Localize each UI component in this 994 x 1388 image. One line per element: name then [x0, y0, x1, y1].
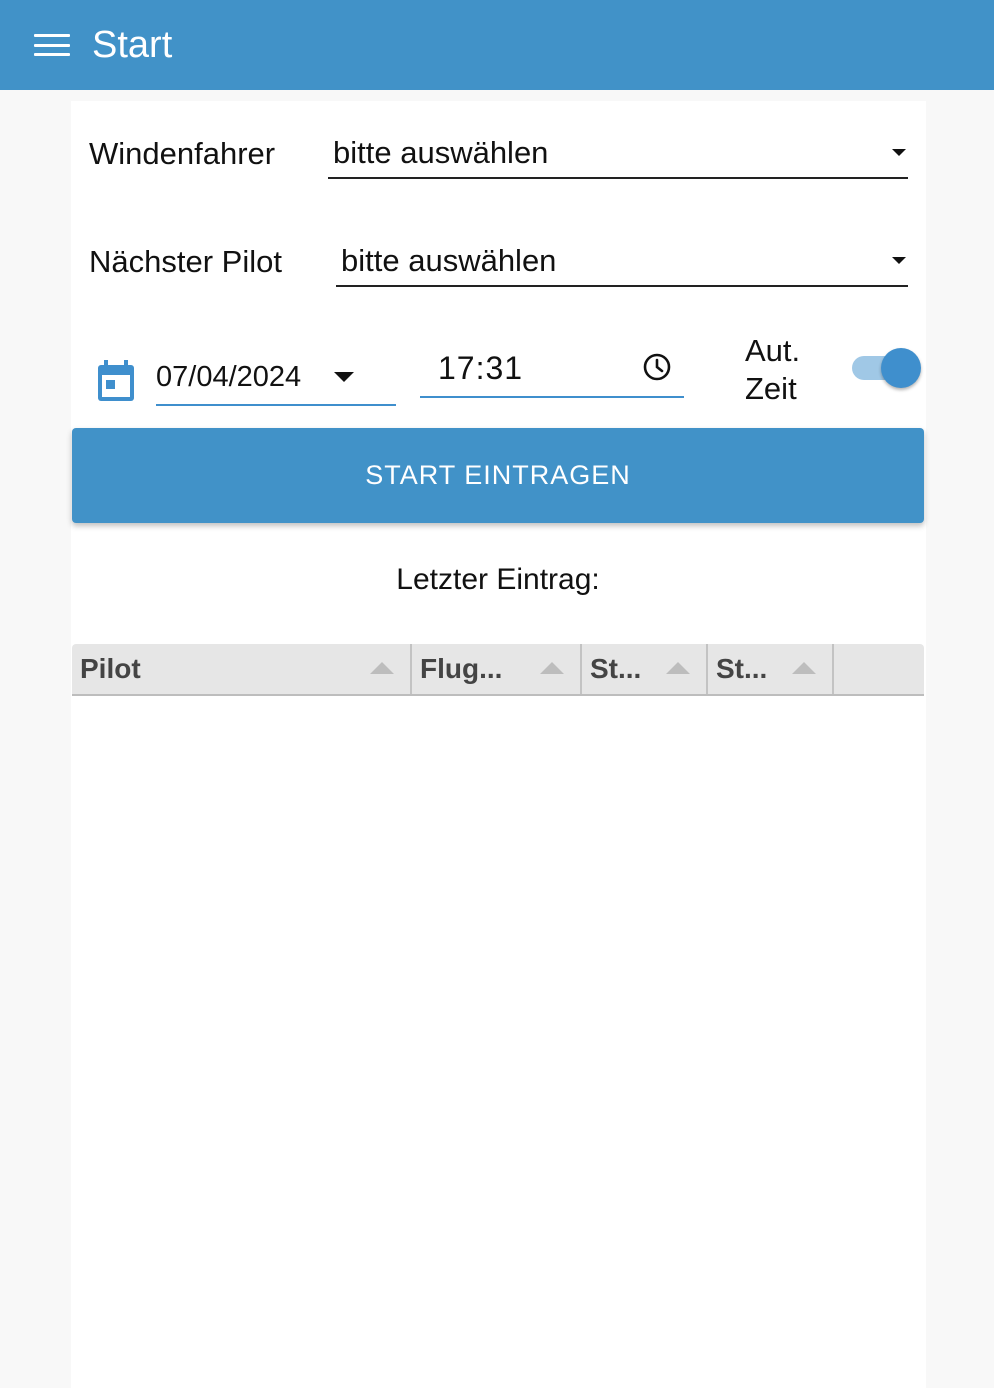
column-label: Pilot: [80, 653, 141, 684]
sort-arrow-icon: [370, 662, 394, 674]
next-pilot-select[interactable]: bitte auswählen: [336, 236, 908, 287]
next-pilot-label: Nächster Pilot: [89, 244, 282, 279]
column-label: St...: [716, 653, 768, 684]
table-header: Pilot Flug... St... St...: [72, 644, 924, 696]
start-eintragen-button[interactable]: START EINTRAGEN: [72, 428, 924, 523]
auto-time-label: Aut. Zeit: [745, 332, 800, 408]
column-header-pilot[interactable]: Pilot: [72, 644, 412, 694]
winch-driver-select[interactable]: bitte auswählen: [328, 128, 908, 179]
clock-icon[interactable]: [642, 352, 672, 382]
sort-arrow-icon: [792, 662, 816, 674]
auto-time-label-line2: Zeit: [745, 371, 797, 406]
chevron-down-icon: [892, 148, 906, 156]
menu-icon[interactable]: [34, 32, 70, 58]
page-title: Start: [92, 23, 173, 66]
time-input[interactable]: 17:31: [420, 340, 684, 398]
column-header-flug[interactable]: Flug...: [412, 644, 582, 694]
column-header-st-1[interactable]: St...: [582, 644, 708, 694]
column-header-st-2[interactable]: St...: [708, 644, 834, 694]
next-pilot-value: bitte auswählen: [341, 242, 557, 278]
caret-down-icon: [334, 372, 354, 382]
app-bar: Start: [0, 0, 994, 90]
content-card: [71, 101, 926, 1388]
date-value: 07/04/2024: [156, 360, 302, 393]
calendar-icon[interactable]: [97, 360, 135, 402]
sort-arrow-icon: [540, 662, 564, 674]
date-picker[interactable]: 07/04/2024: [156, 350, 396, 406]
last-entry-heading: Letzter Eintrag:: [396, 563, 600, 596]
chevron-down-icon: [892, 256, 906, 264]
auto-time-label-line1: Aut.: [745, 333, 801, 368]
column-label: St...: [590, 653, 642, 684]
auto-time-toggle[interactable]: [850, 346, 924, 390]
sort-arrow-icon: [666, 662, 690, 674]
toggle-thumb: [881, 348, 921, 388]
column-label: Flug...: [420, 653, 503, 684]
winch-driver-value: bitte auswählen: [333, 134, 549, 170]
winch-driver-label: Windenfahrer: [89, 136, 276, 171]
time-value: 17:31: [438, 349, 524, 386]
